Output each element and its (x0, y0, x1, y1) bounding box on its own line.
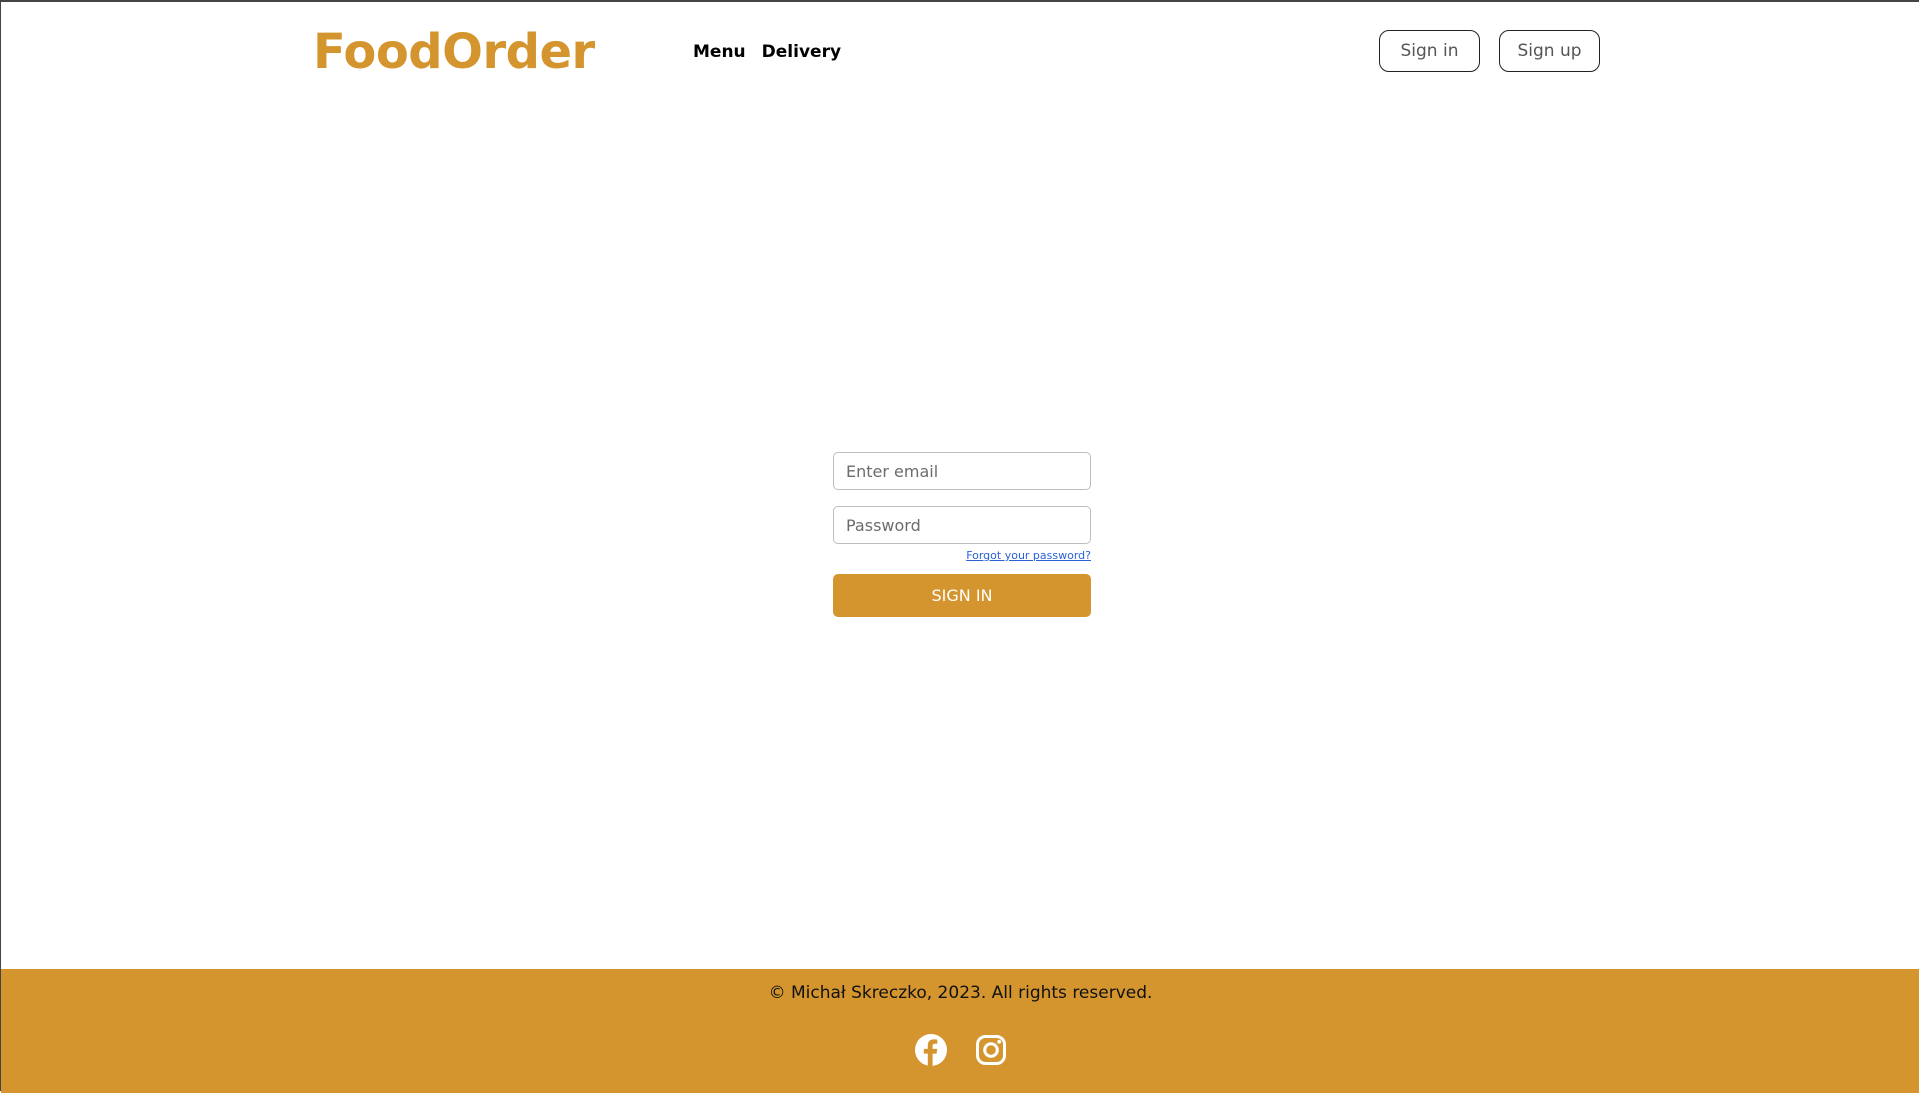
site-header: FoodOrder Menu Delivery Sign in Sign up (1, 2, 1919, 102)
password-field[interactable] (833, 506, 1091, 544)
nav-link-menu[interactable]: Menu (693, 40, 746, 64)
site-footer: © Michał Skreczko, 2023. All rights rese… (1, 969, 1919, 1093)
main-nav: Menu Delivery (693, 40, 841, 64)
sign-up-button[interactable]: Sign up (1499, 30, 1600, 72)
instagram-icon[interactable] (975, 1034, 1007, 1066)
site-logo[interactable]: FoodOrder (313, 22, 595, 82)
copyright-text: © Michał Skreczko, 2023. All rights rese… (768, 983, 1153, 1003)
login-form: Forgot your password? SIGN IN (833, 452, 1091, 617)
sign-in-button[interactable]: Sign in (1379, 30, 1480, 72)
forgot-password-link[interactable]: Forgot your password? (966, 549, 1091, 562)
facebook-icon[interactable] (914, 1034, 947, 1066)
email-field[interactable] (833, 452, 1091, 490)
sign-in-submit-button[interactable]: SIGN IN (833, 574, 1091, 617)
forgot-password-row: Forgot your password? (833, 546, 1091, 562)
nav-link-delivery[interactable]: Delivery (762, 40, 841, 64)
social-links (1, 1034, 1919, 1066)
